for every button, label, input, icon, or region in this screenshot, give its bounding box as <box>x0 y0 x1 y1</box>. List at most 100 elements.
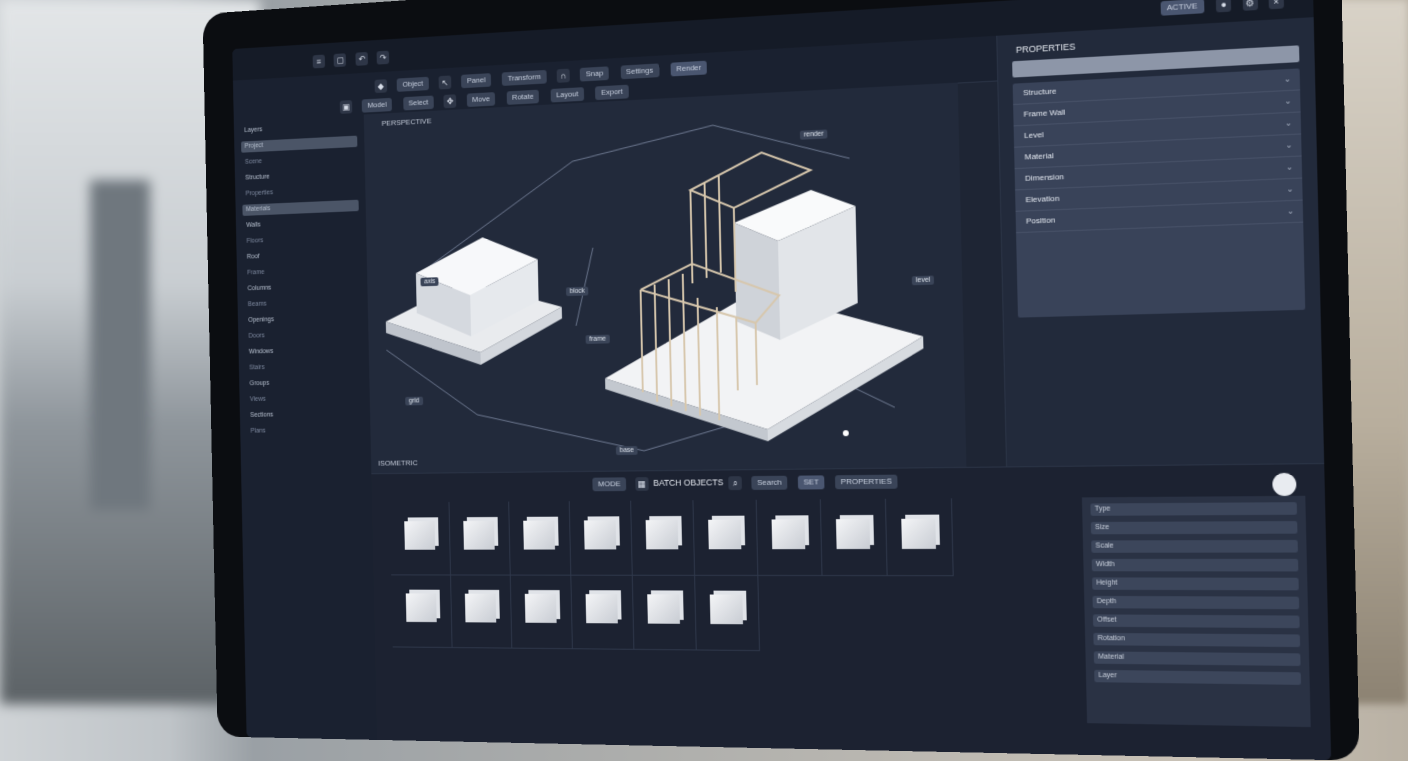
cube-icon <box>646 520 679 549</box>
chevron-down-icon[interactable]: ⌄ <box>1286 179 1294 200</box>
filter-button[interactable]: SET <box>798 475 825 489</box>
chevron-down-icon[interactable]: ⌄ <box>1285 113 1293 134</box>
layer-row[interactable]: Walls <box>243 216 359 232</box>
toolbar-button[interactable]: Model <box>362 98 392 113</box>
prop-row[interactable]: Scale <box>1091 540 1298 553</box>
layer-row[interactable]: Columns <box>244 280 360 295</box>
layer-row[interactable]: Materials <box>242 200 358 216</box>
library-item[interactable] <box>569 501 633 576</box>
add-button[interactable] <box>1272 473 1296 496</box>
prop-row[interactable]: Layer <box>1094 670 1301 685</box>
property-label: Material <box>1024 151 1053 161</box>
chevron-down-icon[interactable]: ⌄ <box>1287 201 1295 222</box>
search-icon[interactable]: ⌕ <box>729 476 743 490</box>
annotation-tag[interactable]: grid <box>405 397 423 406</box>
layer-row[interactable]: Roof <box>243 248 359 264</box>
block-model[interactable] <box>384 234 563 367</box>
property-label: Dimension <box>1025 172 1064 183</box>
prop-row[interactable]: Offset <box>1093 614 1300 628</box>
annotation-tag[interactable]: frame <box>586 335 610 344</box>
3d-viewport[interactable]: PERSPECTIVE ISOMETRIC render block frame… <box>364 83 967 474</box>
library-item[interactable] <box>820 499 888 576</box>
toolbar-button[interactable]: Rotate <box>507 89 540 104</box>
library-search[interactable]: Search <box>751 476 787 490</box>
annotation-tag[interactable]: level <box>912 276 935 286</box>
layer-row[interactable]: Frame <box>244 264 360 279</box>
chevron-down-icon[interactable]: ⌄ <box>1284 91 1292 112</box>
annotation-tag[interactable]: axis <box>420 277 438 286</box>
library-item[interactable] <box>510 575 573 650</box>
layer-row[interactable]: Beams <box>244 296 360 311</box>
prop-row[interactable]: Type <box>1090 502 1297 516</box>
toolbar-button[interactable]: Snap <box>580 66 609 81</box>
settings-icon[interactable]: ⚙ <box>1242 0 1257 11</box>
redo-icon[interactable]: ↷ <box>377 50 390 64</box>
layer-row[interactable]: Floors <box>243 232 359 248</box>
prop-row[interactable]: Depth <box>1092 596 1299 609</box>
toolbar-button[interactable]: Object <box>397 77 429 92</box>
layer-row[interactable]: Plans <box>247 424 364 437</box>
chevron-down-icon[interactable]: ⌄ <box>1285 135 1293 156</box>
cube-icon <box>772 519 806 549</box>
layer-row[interactable]: Groups <box>246 376 362 390</box>
toolbar-button[interactable]: Move <box>467 92 496 107</box>
toolbar-button[interactable]: Select <box>403 95 434 110</box>
prop-row[interactable]: Width <box>1092 559 1299 572</box>
move-icon[interactable]: ✥ <box>444 94 457 108</box>
scene-canvas[interactable] <box>364 83 967 474</box>
library-item[interactable] <box>632 575 697 651</box>
close-icon[interactable]: × <box>1269 0 1285 9</box>
cube-icon <box>708 520 741 550</box>
library-item[interactable] <box>450 575 512 649</box>
toolbar-button[interactable]: Export <box>595 84 628 99</box>
prop-row[interactable]: Material <box>1094 651 1301 666</box>
library-tab[interactable]: MODE <box>592 477 626 491</box>
annotation-tag[interactable]: block <box>566 287 589 296</box>
toolbar-button[interactable]: Settings <box>620 63 659 79</box>
layer-row[interactable]: Windows <box>245 344 361 358</box>
library-item[interactable] <box>391 574 452 648</box>
menu-icon[interactable]: ≡ <box>313 54 325 68</box>
library-item[interactable] <box>694 575 760 651</box>
layer-row[interactable]: Layers <box>241 120 357 137</box>
library-item[interactable] <box>449 502 511 576</box>
toolbar-button[interactable]: Panel <box>461 73 491 88</box>
pivot-point[interactable] <box>843 430 849 436</box>
library-item[interactable] <box>508 501 571 576</box>
magnet-icon[interactable]: ∩ <box>557 68 570 82</box>
library-item[interactable] <box>692 500 758 576</box>
layer-row[interactable]: Structure <box>242 168 358 185</box>
view-mode-label[interactable]: ISOMETRIC <box>378 459 418 468</box>
layer-row[interactable]: Properties <box>242 184 358 200</box>
cube-icon[interactable]: ▣ <box>340 100 353 114</box>
chevron-down-icon[interactable]: ⌄ <box>1284 69 1292 90</box>
prop-row[interactable]: Rotation <box>1093 633 1300 647</box>
library-item[interactable] <box>630 500 695 576</box>
library-item[interactable] <box>570 575 634 650</box>
layer-row[interactable]: Scene <box>241 152 357 169</box>
prop-row[interactable]: Height <box>1092 577 1299 590</box>
undo-icon[interactable]: ↶ <box>355 52 368 66</box>
annotation-tag[interactable]: base <box>616 446 638 455</box>
layer-row[interactable]: Views <box>246 392 362 406</box>
toolbar-button[interactable]: Render <box>670 60 707 76</box>
properties-panel: PROPERTIES Structure ⌄ Frame Wall ⌄ Level ⌄… <box>996 17 1324 466</box>
layer-row[interactable]: Doors <box>245 328 361 342</box>
layer-row[interactable]: Stairs <box>246 360 362 374</box>
layer-row[interactable]: Openings <box>245 312 361 327</box>
cursor-icon[interactable]: ↖ <box>439 75 452 89</box>
layer-row[interactable]: Sections <box>247 408 364 421</box>
annotation-tag[interactable]: render <box>800 129 828 139</box>
user-icon[interactable]: ● <box>1216 0 1231 12</box>
prop-row[interactable]: Size <box>1091 521 1298 534</box>
file-icon[interactable]: ▢ <box>334 53 347 67</box>
toolbar-button[interactable]: Transform <box>502 70 546 86</box>
panel-title: PROPERTIES <box>1016 41 1076 55</box>
library-item[interactable] <box>756 499 823 576</box>
chevron-down-icon[interactable]: ⌄ <box>1286 157 1294 178</box>
select-tool-icon[interactable]: ◆ <box>374 79 387 93</box>
library-item[interactable] <box>885 498 954 576</box>
library-item[interactable] <box>390 502 451 575</box>
toolbar-button[interactable]: Layout <box>550 87 584 102</box>
layer-row[interactable]: Project <box>241 136 357 153</box>
